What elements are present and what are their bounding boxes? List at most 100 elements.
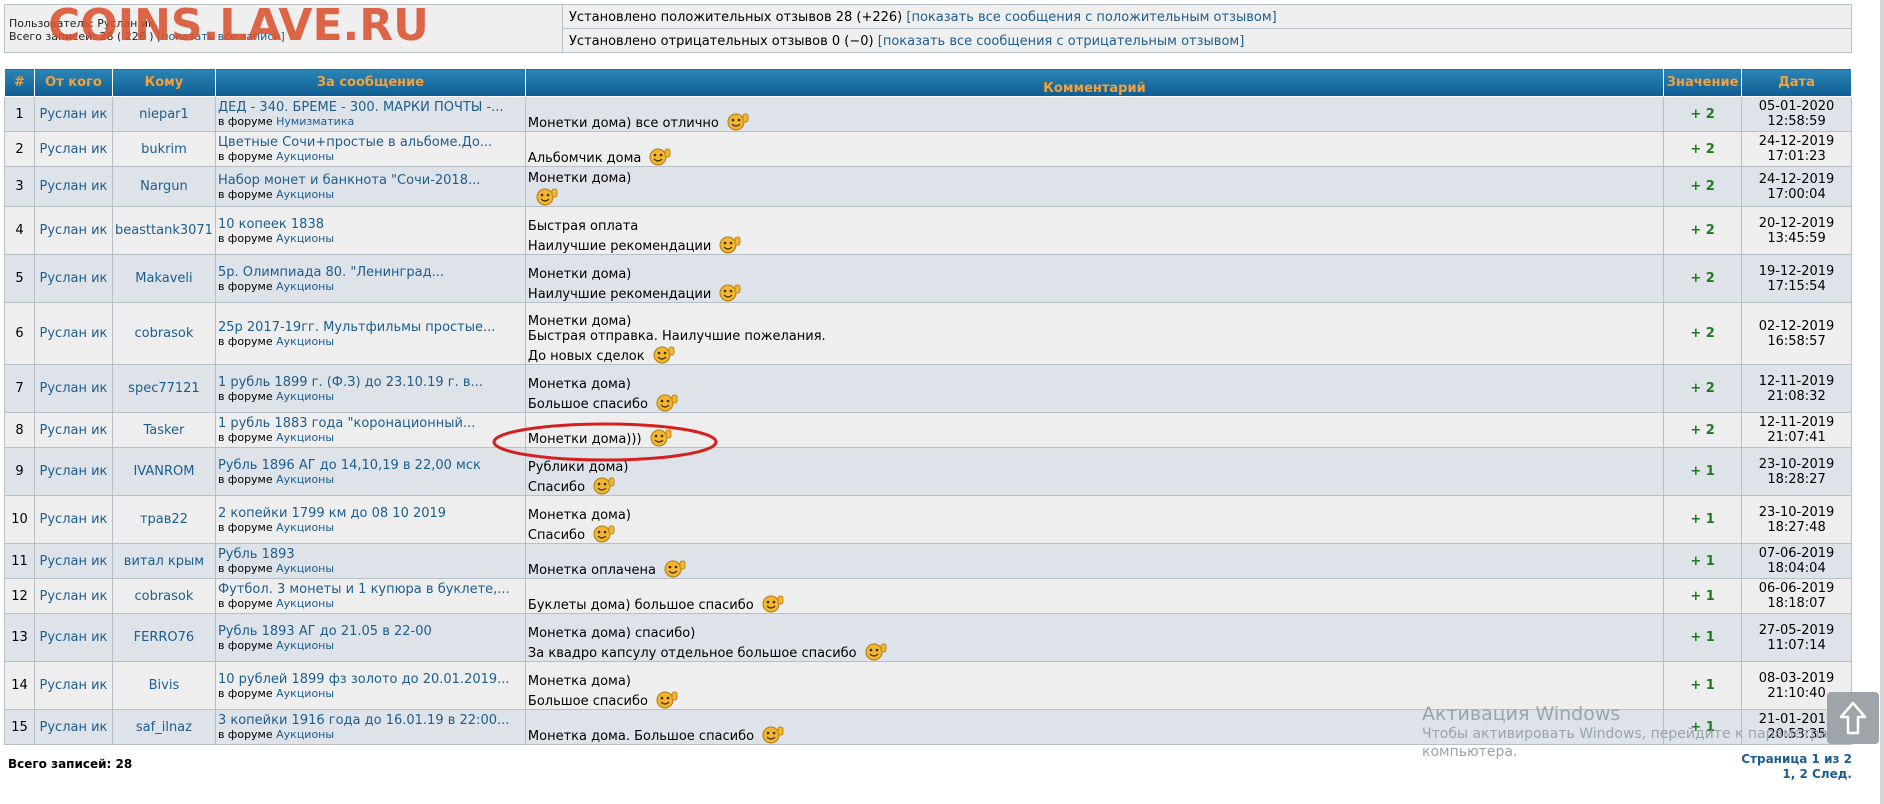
forum-link[interactable]: Аукционы	[276, 597, 334, 610]
row-number: 10	[4, 495, 35, 544]
forum-link[interactable]: Аукционы	[276, 473, 334, 486]
date-day: 20-12-2019	[1758, 215, 1835, 231]
from-user-link[interactable]: Руслан ик	[33, 709, 113, 745]
comment-line: Монетки дома)	[527, 171, 632, 186]
to-user-link[interactable]: cobrasok	[111, 302, 216, 365]
comment-line: Буклеты дома) большое спасибо	[528, 593, 1661, 613]
from-user-link[interactable]: Руслан ик	[33, 578, 113, 614]
to-user-link[interactable]: saf_ilnaz	[111, 709, 216, 745]
forum-prefix: в форуме	[217, 187, 273, 201]
forum-link[interactable]: Аукционы	[276, 431, 334, 444]
date-day: 24-12-2019	[1758, 134, 1835, 149]
message-link[interactable]: Футбол. 3 монеты и 1 купюра в буклете,..…	[218, 582, 523, 597]
message-link[interactable]: 2 копейки 1799 км до 08 10 2019	[218, 506, 523, 521]
message-link[interactable]: 10 рублей 1899 фз золото до 20.01.2019..…	[218, 672, 523, 687]
forum-link[interactable]: Аукционы	[276, 562, 334, 575]
forum-link[interactable]: Аукционы	[276, 280, 334, 293]
page-links[interactable]: 1, 2 След.	[1741, 767, 1852, 782]
date-time: 12:58:59	[1767, 114, 1826, 129]
to-user-link[interactable]: витал крым	[111, 543, 216, 579]
message-link[interactable]: 25р 2017-19гг. Мультфильмы простые...	[218, 320, 523, 335]
show-all-records-link[interactable]: [показать все записи]	[157, 30, 285, 43]
from-user-link[interactable]: Руслан ик	[33, 96, 113, 132]
from-user-link[interactable]: Руслан ик	[33, 543, 113, 579]
to-user-link[interactable]: Tasker	[111, 412, 216, 448]
forum-link[interactable]: Аукционы	[276, 728, 334, 741]
forum-link[interactable]: Аукционы	[276, 390, 334, 403]
to-user-link[interactable]: bukrim	[111, 131, 216, 167]
show-positive-link[interactable]: [показать все сообщения с положительным …	[906, 10, 1276, 25]
table-row: 3 Руслан ик Nargun Набор монет и банкнота "…	[4, 166, 1852, 207]
comment-cell: Монетки дома)	[524, 166, 1665, 207]
forum-link[interactable]: Аукционы	[276, 150, 334, 163]
to-user-link[interactable]: Nargun	[111, 166, 216, 207]
message-link[interactable]: 1 рубль 1899 г. (Ф.З) до 23.10.19 г. в..…	[218, 375, 523, 390]
forum-link[interactable]: Аукционы	[276, 188, 334, 201]
from-user-link[interactable]: Руслан ик	[33, 661, 113, 710]
from-user-link[interactable]: Руслан ик	[33, 412, 113, 448]
date-time: 18:27:48	[1767, 519, 1826, 535]
comment-line: Быстрая отправка. Наилучшие пожелания.	[527, 329, 826, 344]
header-comment: Комментарий	[524, 68, 1665, 97]
to-user-link[interactable]: FERRO76	[111, 613, 216, 662]
to-user-link[interactable]: Bivis	[111, 661, 216, 710]
from-user-link[interactable]: Руслан ик	[33, 364, 113, 413]
forum-link[interactable]: Аукционы	[276, 639, 334, 652]
from-user-link[interactable]: Руслан ик	[33, 166, 113, 207]
message-link[interactable]: Рубль 1896 АГ до 14,10,19 в 22,00 мск	[218, 458, 523, 473]
from-user-link[interactable]: Руслан ик	[33, 613, 113, 662]
comment-cell: Монетки дома) Наилучшие рекомендации	[524, 254, 1665, 303]
forum-link[interactable]: Аукционы	[276, 687, 334, 700]
table-row: 2 Руслан ик bukrim Цветные Сочи+простые в а…	[4, 131, 1852, 167]
to-user-link[interactable]: niepar1	[111, 96, 216, 132]
date-cell: 19-12-2019 17:15:54	[1741, 254, 1852, 303]
feedback-value: + 1	[1663, 578, 1743, 614]
message-link[interactable]: Рубль 1893 АГ до 21.05 в 22-00	[218, 624, 523, 639]
table-row: 5 Руслан ик Makaveli 5р. Олимпиада 80. "Лен…	[4, 254, 1852, 303]
positive-feedback-row: Установлено положительных отзывов 28 (+2…	[563, 5, 1851, 29]
message-link[interactable]: Рубль 1893	[218, 547, 523, 562]
thumbs-up-smiley-icon	[650, 429, 671, 447]
from-user-link[interactable]: Руслан ик	[33, 302, 113, 365]
scroll-to-top-button[interactable]	[1827, 692, 1879, 744]
message-link[interactable]: 3 копейки 1916 года до 16.01.19 в 22:00.…	[218, 713, 523, 728]
message-cell: Рубль 1896 АГ до 14,10,19 в 22,00 мск в ф…	[214, 447, 526, 496]
message-link[interactable]: 10 копеек 1838	[218, 217, 523, 232]
from-user-link[interactable]: Руслан ик	[33, 254, 113, 303]
message-link[interactable]: Цветные Сочи+простые в альбоме.До...	[218, 135, 523, 150]
to-user-link[interactable]: IVANROM	[111, 447, 216, 496]
message-link[interactable]: ДЕД - 340. БРЕМЕ - 300. МАРКИ ПОЧТЫ -...	[218, 100, 523, 115]
row-number: 5	[4, 254, 35, 303]
date-cell: 20-12-2019 13:45:59	[1741, 206, 1852, 255]
show-negative-link[interactable]: [показать все сообщения с отрицательным …	[878, 34, 1245, 49]
table-row: 12 Руслан ик cobrasok Футбол. 3 монеты и 1 …	[4, 578, 1852, 614]
to-user-link[interactable]: spec77121	[111, 364, 216, 413]
message-cell: Футбол. 3 монеты и 1 купюра в буклете,..…	[214, 578, 526, 614]
to-user-link[interactable]: beasttank3071	[111, 206, 216, 255]
message-cell: 25р 2017-19гг. Мультфильмы простые... в ф…	[214, 302, 526, 365]
feedback-value: + 2	[1663, 166, 1743, 207]
table-row: 13 Руслан ик FERRO76 Рубль 1893 АГ до 21.05…	[4, 613, 1852, 662]
scrollbar-track[interactable]	[1880, 0, 1884, 804]
forum-link[interactable]: Аукционы	[276, 232, 334, 245]
message-link[interactable]: 5р. Олимпиада 80. "Ленинград...	[218, 265, 523, 280]
comment-line: До новых сделок	[528, 344, 1661, 364]
to-user-link[interactable]: трав22	[111, 495, 216, 544]
message-link[interactable]: Набор монет и банкнота "Сочи-2018...	[218, 173, 523, 188]
message-cell: 3 копейки 1916 года до 16.01.19 в 22:00.…	[214, 709, 526, 745]
to-user-link[interactable]: cobrasok	[111, 578, 216, 614]
forum-link[interactable]: Аукционы	[276, 521, 334, 534]
from-user-link[interactable]: Руслан ик	[33, 447, 113, 496]
from-user-link[interactable]: Руслан ик	[33, 206, 113, 255]
forum-prefix: в форуме	[217, 520, 273, 534]
forum-link[interactable]: Нумизматика	[276, 115, 354, 128]
message-link[interactable]: 1 рубль 1883 года "коронационный...	[218, 416, 523, 431]
to-user-link[interactable]: Makaveli	[111, 254, 216, 303]
forum-link[interactable]: Аукционы	[276, 335, 334, 348]
comment-line: Большое спасибо	[528, 392, 1661, 412]
row-number: 6	[4, 302, 35, 365]
from-user-link[interactable]: Руслан ик	[33, 131, 113, 167]
from-user-link[interactable]: Руслан ик	[33, 495, 113, 544]
thumbs-up-smiley-icon	[762, 726, 784, 744]
message-cell: 1 рубль 1899 г. (Ф.З) до 23.10.19 г. в..…	[214, 364, 526, 413]
